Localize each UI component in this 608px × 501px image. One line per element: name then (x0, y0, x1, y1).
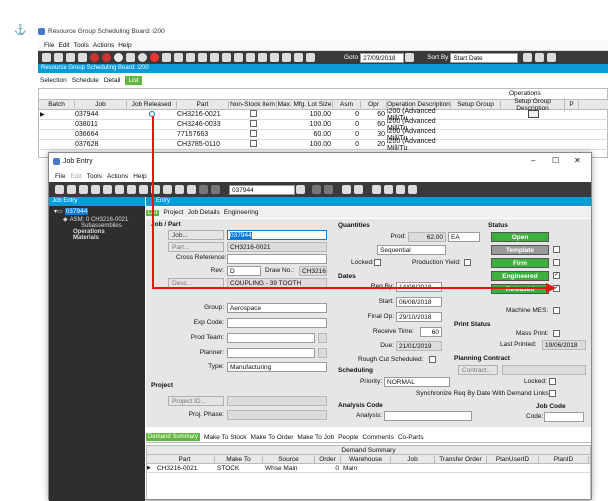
red-arrow-annotation (152, 116, 556, 293)
